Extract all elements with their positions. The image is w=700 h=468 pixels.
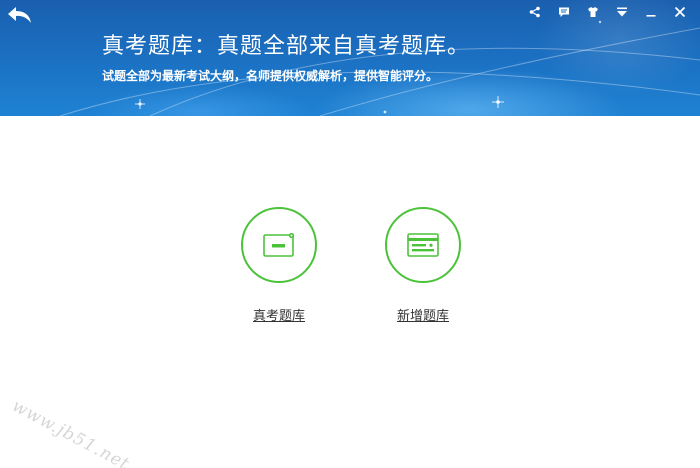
new-question-bank-label[interactable]: 新增题库 (397, 305, 449, 324)
new-bank-card-icon (407, 233, 439, 257)
watermark: www.jb51.net (8, 396, 133, 468)
close-icon (674, 6, 685, 18)
exam-card-icon (263, 232, 295, 257)
dropdown-menu-icon (616, 7, 627, 17)
back-button[interactable] (0, 0, 40, 30)
new-question-bank-entry[interactable]: 新增题库 (368, 207, 478, 324)
minimize-icon (646, 15, 655, 17)
new-question-bank-button[interactable] (385, 207, 461, 283)
real-exam-bank-button[interactable] (241, 207, 317, 283)
back-arrow-icon (8, 7, 31, 23)
page-title: 真考题库：真题全部来自真考题库。 (102, 34, 471, 59)
feedback-button[interactable] (549, 3, 578, 21)
skin-button[interactable] (578, 3, 607, 21)
header-banner: 真考题库：真题全部来自真考题库。 试题全部为最新考试大纲，名师提供权威解析，提供… (0, 0, 700, 116)
page-subtitle: 试题全部为最新考试大纲，名师提供权威解析，提供智能评分。 (102, 69, 439, 83)
share-icon (529, 6, 540, 18)
real-exam-bank-entry[interactable]: 真考题库 (224, 207, 334, 324)
close-button[interactable] (665, 3, 694, 21)
share-button[interactable] (520, 3, 549, 21)
window-controls (520, 3, 694, 21)
minimize-button[interactable] (636, 3, 665, 21)
menu-button[interactable] (607, 3, 636, 21)
real-exam-bank-label[interactable]: 真考题库 (253, 305, 305, 324)
tshirt-icon (587, 7, 598, 17)
message-icon (558, 7, 569, 17)
